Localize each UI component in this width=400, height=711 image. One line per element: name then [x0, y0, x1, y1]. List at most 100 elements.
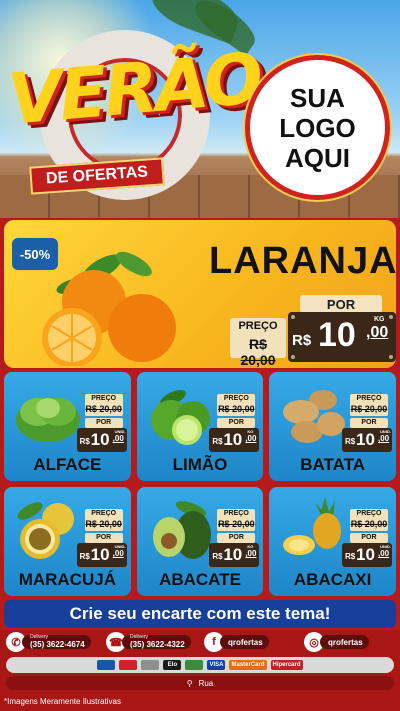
old-price: R$ 20,00	[350, 519, 388, 529]
price-cents: ,00	[377, 434, 390, 443]
old-price: R$ 20,00	[218, 519, 255, 529]
create-flyer-button[interactable]: Crie seu encarte com este tema!	[4, 600, 396, 628]
product-card[interactable]: PREÇO R$ 20,00 POR R$ 10 UNID. ,00 MARAC…	[4, 487, 131, 596]
old-price-box: PREÇO R$ 20,00	[349, 394, 388, 416]
new-price-label: POR	[84, 418, 123, 428]
old-price: R$ 20,00	[350, 404, 388, 414]
old-price-label: PREÇO	[91, 395, 117, 402]
footer: ✆ Delivery (35) 3622-4674 ☎ Delivery (35…	[0, 630, 400, 711]
contact-value: (35) 3622-4322	[130, 640, 185, 649]
old-price-label: PREÇO	[91, 510, 117, 517]
price-integer: 10	[90, 430, 110, 449]
price-integer: 10	[223, 430, 243, 449]
contact-pill: Delivery (35) 3622-4674	[22, 635, 91, 649]
featured-product-name: LARANJA	[209, 240, 396, 282]
contact-pill: Delivery (35) 3622-4322	[122, 635, 191, 649]
featured-product[interactable]: -50% LARANJA POR PREÇO R$ 20,00 R$ 10 KG…	[4, 220, 396, 368]
price-unit: KG	[374, 316, 385, 323]
hipercard-icon: Hipercard	[270, 660, 303, 670]
card-icon	[119, 660, 138, 670]
screw-icon	[389, 355, 393, 359]
old-price-label: PREÇO	[223, 395, 249, 402]
logo-placeholder: SUA LOGO AQUI	[245, 55, 390, 200]
new-price-label: POR	[349, 533, 388, 543]
mastercard-icon: MasterCard	[229, 660, 267, 670]
lime-icon	[150, 389, 210, 445]
old-price-label: PREÇO	[223, 510, 249, 517]
product-name: ABACAXI	[293, 570, 372, 589]
price-integer: 10	[223, 545, 243, 564]
old-price: R$ 20,00	[240, 336, 276, 368]
price-integer: 10	[355, 545, 375, 564]
new-price-label: POR	[217, 533, 256, 543]
old-price-box: PREÇO R$ 20,00	[230, 318, 286, 368]
hero-banner: VERÃO DE OFERTAS SUA LOGO AQUI	[0, 0, 400, 218]
currency-symbol: R$	[344, 437, 356, 446]
new-price-label: POR	[349, 418, 388, 428]
contact-value: qrofertas	[228, 637, 263, 647]
old-price-label: PREÇO	[238, 320, 278, 332]
product-name: BATATA	[300, 455, 366, 474]
currency-symbol: R$	[292, 332, 312, 349]
price-board: R$ 10 KG ,00	[288, 312, 396, 362]
potato-icon	[283, 390, 346, 443]
old-price-label: PREÇO	[356, 510, 382, 517]
card-icon	[97, 660, 116, 670]
visa-icon: VISA	[207, 660, 226, 670]
product-card[interactable]: PREÇO R$ 20,00 POR R$ 10 UNID. ,00 ALFAC…	[4, 372, 131, 481]
old-price-box: PREÇO R$ 20,00	[84, 394, 123, 416]
product-card[interactable]: PREÇO R$ 20,00 POR R$ 10 UNID. ,00 BATAT…	[269, 372, 396, 481]
pineapple-icon	[283, 497, 342, 555]
currency-symbol: R$	[212, 552, 223, 561]
price-board: R$ 10 UNID. ,00	[341, 543, 392, 567]
currency-symbol: R$	[212, 437, 223, 446]
contact-pill: qrofertas	[320, 635, 369, 649]
contact-phone[interactable]: ☎ Delivery (35) 3622-4322	[106, 632, 191, 652]
old-price-label: PREÇO	[356, 395, 382, 402]
new-price-label: POR	[84, 533, 123, 543]
card-icon	[185, 660, 204, 670]
new-price-label: POR	[300, 295, 382, 313]
old-price-box: PREÇO R$ 20,00	[217, 394, 256, 416]
lettuce-icon	[16, 398, 80, 442]
currency-symbol: R$	[79, 437, 90, 446]
old-price-box: PREÇO R$ 20,00	[84, 509, 123, 531]
disclaimer: *Imagens Meramente Ilustrativas	[4, 697, 121, 706]
old-price: R$ 20,00	[85, 519, 122, 529]
contact-instagram[interactable]: ◎ qrofertas	[304, 632, 369, 652]
price-cents: ,00	[366, 324, 389, 341]
price-board: R$ 10 UNID. ,00	[341, 428, 392, 452]
product-card[interactable]: PREÇO R$ 20,00 POR R$ 10 KG ,00 LIMÃO	[136, 372, 264, 481]
product-card[interactable]: PREÇO R$ 20,00 POR R$ 10 KG ,00 ABACATE	[136, 487, 264, 596]
product-grid: PREÇO R$ 20,00 POR R$ 10 UNID. ,00 ALFAC…	[4, 372, 396, 596]
old-price-box: PREÇO R$ 20,00	[217, 509, 256, 531]
elo-icon: Elo	[163, 660, 182, 670]
logo-line-2: LOGO	[279, 112, 356, 143]
product-name: LIMÃO	[172, 455, 228, 474]
price-board: R$ 10 KG ,00	[209, 428, 260, 452]
avocado-icon	[152, 501, 211, 559]
logo-line-3: AQUI	[285, 142, 350, 173]
price-integer: 10	[318, 316, 356, 354]
currency-symbol: R$	[344, 552, 356, 561]
screw-icon	[291, 355, 295, 359]
contact-value: (35) 3622-4674	[30, 640, 85, 649]
payment-methods: Elo VISA MasterCard Hipercard	[6, 657, 394, 673]
screw-icon	[291, 315, 295, 319]
price-cents: ,00	[377, 549, 390, 558]
new-price-label: POR	[217, 418, 256, 428]
location-pin-icon: ⚲	[186, 678, 193, 688]
contact-whatsapp[interactable]: ✆ Delivery (35) 3622-4674	[6, 632, 91, 652]
price-cents: ,00	[112, 434, 124, 443]
discount-badge: -50%	[12, 238, 58, 270]
currency-symbol: R$	[79, 552, 90, 561]
logo-line-1: SUA	[290, 82, 345, 113]
product-card[interactable]: PREÇO R$ 20,00 POR R$ 10 UNID. ,00 ABACA…	[269, 487, 396, 596]
address-bar[interactable]: ⚲ Rua	[6, 676, 394, 690]
contact-value: qrofertas	[328, 637, 363, 647]
price-cents: ,00	[245, 549, 257, 558]
screw-icon	[389, 315, 393, 319]
contact-facebook[interactable]: f qrofertas	[204, 632, 269, 652]
product-name: MARACUJÁ	[18, 570, 116, 589]
old-price-box: PREÇO R$ 20,00	[349, 509, 388, 531]
